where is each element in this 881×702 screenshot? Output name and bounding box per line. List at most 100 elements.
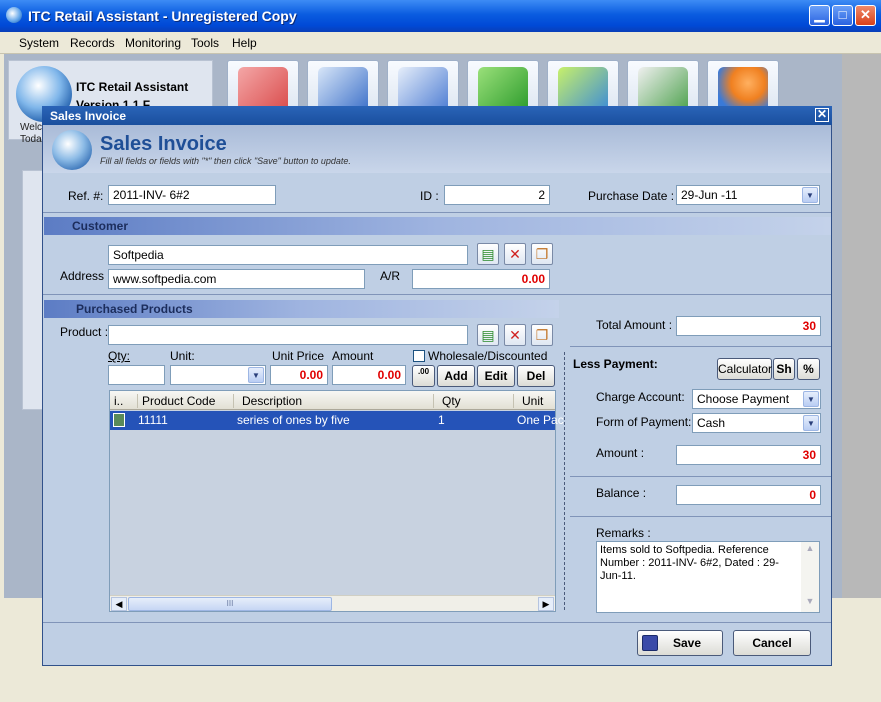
column-header[interactable]: i.. xyxy=(114,394,138,408)
close-button[interactable]: ✕ xyxy=(855,5,876,26)
chevron-down-icon[interactable]: ▼ xyxy=(802,187,818,203)
divider xyxy=(570,476,831,477)
unit-price-label: Unit Price xyxy=(272,349,325,363)
product-select-button[interactable]: ▤ xyxy=(477,324,499,346)
window-edge xyxy=(842,54,881,598)
divider xyxy=(43,212,831,213)
amount-label: Amount xyxy=(332,349,374,363)
divider xyxy=(570,516,831,517)
table-row[interactable]: 11111 series of ones by five 1 One Pac xyxy=(110,411,564,430)
cancel-button[interactable]: Cancel xyxy=(733,630,811,656)
column-header[interactable]: Qty xyxy=(442,394,514,408)
column-header[interactable]: Product Code xyxy=(142,394,234,408)
grid-horizontal-scrollbar[interactable]: ◀ III ▶ xyxy=(110,595,555,611)
calculator-button[interactable]: Calculator xyxy=(717,358,772,380)
maximize-button[interactable]: □ xyxy=(832,5,853,26)
column-header[interactable]: Unit xyxy=(522,394,555,408)
id-field[interactable]: 2 xyxy=(444,185,550,205)
address-label: Address : xyxy=(60,269,111,283)
edit-button[interactable]: Edit xyxy=(477,365,515,387)
app-name: ITC Retail Assistant xyxy=(76,80,189,94)
grid-header: i.. Product Code Description Qty Unit xyxy=(110,391,555,410)
balance-field: 0 xyxy=(676,485,821,505)
product-new-button[interactable]: ❐ xyxy=(531,324,553,346)
dialog-title-bar: Sales Invoice xyxy=(42,106,832,125)
purchase-date-label: Purchase Date : xyxy=(588,189,675,203)
menu-tools[interactable]: Tools xyxy=(191,36,219,50)
header-subtitle: Fill all fields or fields with "*" then … xyxy=(100,156,351,166)
remarks-scrollbar[interactable]: ▲ ▼ xyxy=(801,542,819,612)
column-header[interactable]: Description xyxy=(242,394,434,408)
percent-button[interactable]: % xyxy=(797,358,820,380)
product-clear-button[interactable]: ✕ xyxy=(504,324,526,346)
charge-account-dropdown[interactable]: Choose Payment ▼ xyxy=(692,389,821,409)
welcome-text: Welc xyxy=(20,122,43,133)
form-of-payment-value: Cash xyxy=(697,416,726,430)
menu-bar: System Records Monitoring Tools Help xyxy=(0,32,881,54)
decimal-button[interactable]: .00 xyxy=(412,365,435,387)
wholesale-label: Wholesale/Discounted xyxy=(428,349,548,363)
scroll-down-icon[interactable]: ▼ xyxy=(802,596,818,610)
ar-label: A/R xyxy=(380,269,401,283)
new-document-icon: ❐ xyxy=(535,246,549,262)
save-button[interactable]: Save xyxy=(637,630,723,656)
address-field[interactable]: www.softpedia.com xyxy=(108,269,365,289)
form-of-payment-dropdown[interactable]: Cash ▼ xyxy=(692,413,821,433)
customer-new-button[interactable]: ❐ xyxy=(531,243,553,265)
menu-help[interactable]: Help xyxy=(232,36,257,50)
today-text: Toda xyxy=(20,134,42,145)
divider xyxy=(43,294,831,295)
unit-dropdown[interactable]: ▼ xyxy=(170,365,266,385)
scroll-left-icon[interactable]: ◀ xyxy=(111,597,127,611)
scroll-up-icon[interactable]: ▲ xyxy=(802,543,818,557)
product-field[interactable] xyxy=(108,325,468,345)
save-button-label: Save xyxy=(672,636,702,650)
qty-label: Qty: xyxy=(108,349,131,363)
delete-x-icon: ✕ xyxy=(509,246,521,262)
row-icon xyxy=(113,413,125,427)
window-title: ITC Retail Assistant - Unregistered Copy xyxy=(28,8,297,24)
less-payment-label: Less Payment: xyxy=(573,357,658,371)
chevron-down-icon[interactable]: ▼ xyxy=(803,415,819,431)
chevron-down-icon[interactable]: ▼ xyxy=(803,391,819,407)
customer-name-field[interactable]: Softpedia xyxy=(108,245,468,265)
remarks-textarea[interactable]: Items sold to Softpedia. Reference Numbe… xyxy=(596,541,820,613)
menu-records[interactable]: Records xyxy=(70,36,115,50)
header-title: Sales Invoice xyxy=(100,133,227,155)
menu-monitoring[interactable]: Monitoring xyxy=(125,36,181,50)
select-list-icon: ▤ xyxy=(481,327,495,343)
row-unit: One Pac xyxy=(517,413,564,427)
payment-amount-field[interactable]: 30 xyxy=(676,445,821,465)
wholesale-checkbox[interactable] xyxy=(413,350,425,362)
scroll-thumb[interactable]: III xyxy=(128,597,332,611)
decimal-button-label: .00 xyxy=(417,367,430,376)
remarks-label: Remarks : xyxy=(596,526,651,540)
unit-label: Unit: xyxy=(170,349,195,363)
scroll-right-icon[interactable]: ▶ xyxy=(538,597,554,611)
ref-field[interactable]: 2011-INV- 6#2 xyxy=(108,185,276,205)
chevron-down-icon[interactable]: ▼ xyxy=(248,367,264,383)
header-logo xyxy=(52,130,92,170)
qty-field[interactable] xyxy=(108,365,165,385)
amount-field[interactable]: 0.00 xyxy=(332,365,406,385)
del-button[interactable]: Del xyxy=(517,365,555,387)
dialog-close-button[interactable]: ✕ xyxy=(815,108,829,122)
menu-system[interactable]: System xyxy=(19,36,59,50)
id-label: ID : xyxy=(420,189,439,203)
divider xyxy=(570,346,831,347)
sh-button[interactable]: Sh xyxy=(773,358,795,380)
customer-select-button[interactable]: ▤ xyxy=(477,243,499,265)
row-description: series of ones by five xyxy=(237,413,350,427)
charge-account-value: Choose Payment xyxy=(697,392,790,406)
balance-label: Balance : xyxy=(596,486,647,500)
customer-clear-button[interactable]: ✕ xyxy=(504,243,526,265)
save-disk-icon xyxy=(642,635,658,651)
ref-label: Ref. #: xyxy=(68,189,104,203)
purchase-date-picker[interactable]: 29-Jun -11 ▼ xyxy=(676,185,820,205)
add-button[interactable]: Add xyxy=(437,365,475,387)
unit-price-field[interactable]: 0.00 xyxy=(270,365,328,385)
charge-account-label: Charge Account: xyxy=(596,390,685,404)
minimize-button[interactable]: ▁ xyxy=(809,5,830,26)
select-list-icon: ▤ xyxy=(481,246,495,262)
delete-x-icon: ✕ xyxy=(509,327,521,343)
